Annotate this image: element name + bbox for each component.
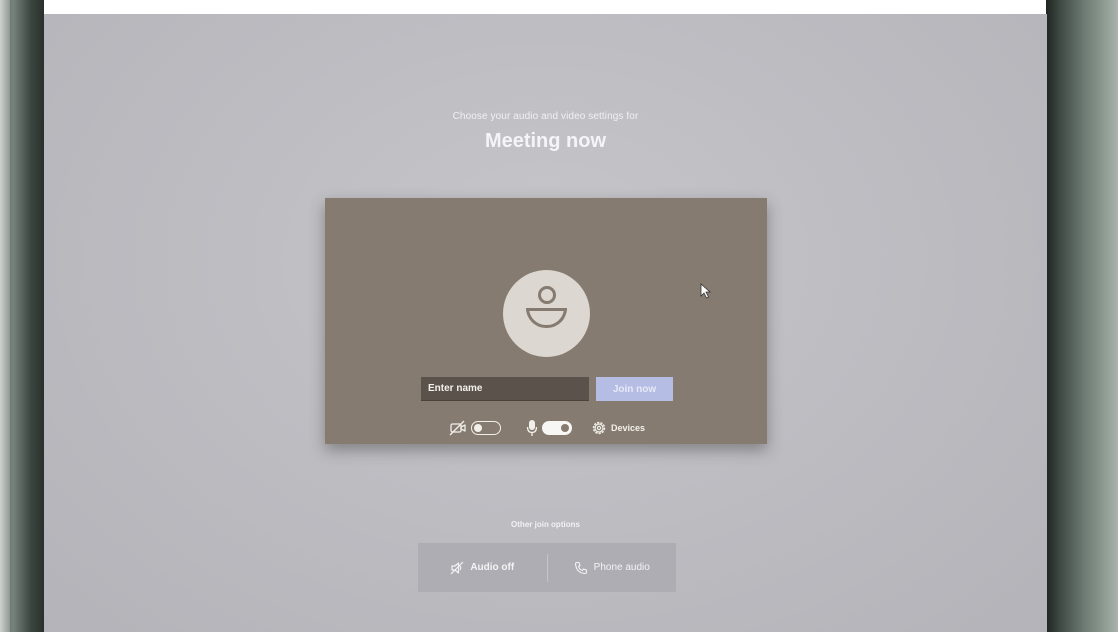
person-icon (503, 270, 590, 357)
devices-label: Devices (611, 423, 646, 433)
name-input[interactable] (421, 377, 589, 401)
camera-off-icon (449, 420, 466, 436)
monitor-bezel-left (0, 0, 44, 632)
other-join-options-label: Other join options (511, 520, 580, 529)
phone-audio-button[interactable]: Phone audio (548, 543, 677, 592)
camera-toggle[interactable] (471, 421, 501, 435)
other-join-options: Audio off Phone audio (418, 543, 676, 592)
gear-icon (592, 421, 606, 435)
prejoin-screen: Choose your audio and video settings for… (44, 14, 1047, 632)
speaker-off-icon (450, 561, 464, 574)
devices-button[interactable]: Devices (591, 418, 645, 438)
monitor-bezel-right (1046, 0, 1118, 632)
prejoin-subtitle: Choose your audio and video settings for (452, 111, 639, 122)
toggle-knob (474, 423, 482, 432)
phone-icon (574, 561, 587, 574)
microphone-toggle[interactable] (542, 421, 572, 435)
monitor-photo: Choose your audio and video settings for… (0, 0, 1118, 632)
meeting-title: Meeting now (484, 130, 607, 152)
toggle-knob (561, 423, 569, 432)
phone-audio-label: Phone audio (593, 562, 650, 573)
mouse-pointer-icon (700, 283, 712, 299)
avatar-body (526, 308, 567, 328)
audio-off-label: Audio off (470, 562, 515, 573)
audio-off-button[interactable]: Audio off (418, 543, 547, 592)
join-now-button[interactable]: Join now (596, 377, 673, 401)
bezel-edge (0, 0, 10, 632)
avatar-head (538, 286, 556, 304)
video-preview: Join now (325, 198, 767, 444)
media-controls: Devices (325, 418, 767, 438)
microphone-icon (526, 420, 538, 436)
